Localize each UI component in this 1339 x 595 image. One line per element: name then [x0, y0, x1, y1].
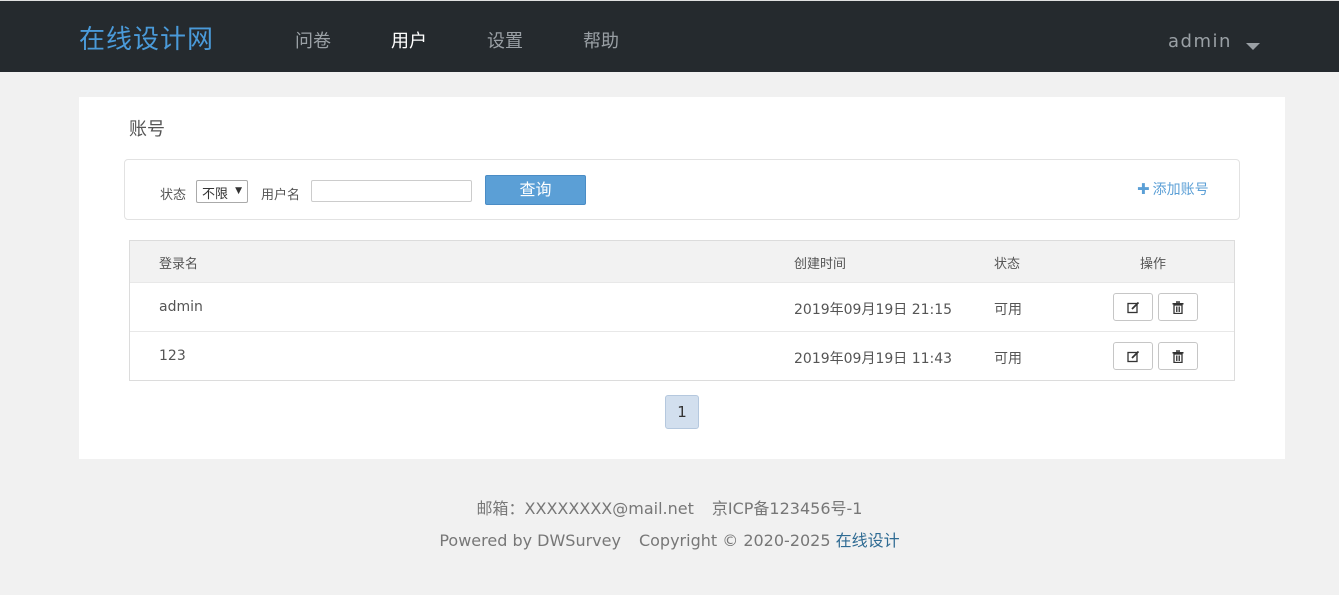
pagination-page-1[interactable]: 1: [665, 395, 699, 429]
column-header-created: 创建时间: [794, 257, 847, 272]
footer-icp[interactable]: 京ICP备123456号-1: [712, 499, 863, 518]
user-menu[interactable]: admin: [1168, 31, 1260, 52]
username-filter-label: 用户名: [261, 188, 301, 203]
row-login-name: admin: [159, 299, 203, 315]
footer-copyright-text: Copyright © 2020-2025: [638, 531, 831, 550]
table-row: 123 2019年09月19日 11:43 可用: [130, 331, 1234, 380]
table-header: 登录名 创建时间 状态 操作: [130, 241, 1234, 282]
plus-icon: ✚: [1137, 180, 1150, 198]
row-actions: [1113, 342, 1203, 370]
chevron-down-icon: [1245, 43, 1260, 50]
filter-bar: 状态 不限 ▼ 用户名 查询 ✚ 添加账号: [124, 159, 1240, 220]
brand-logo[interactable]: 在线设计网: [79, 19, 214, 56]
footer-site-link[interactable]: 在线设计: [836, 531, 900, 550]
delete-button[interactable]: [1158, 342, 1198, 370]
row-login-name: 123: [159, 348, 186, 364]
page-title: 账号: [129, 119, 165, 140]
footer-contact: 邮箱：XXXXXXXX@mail.net 京ICP备123456号-1: [0, 495, 1339, 519]
main-nav: 问卷 用户 设置 帮助: [295, 27, 679, 53]
nav-item-survey[interactable]: 问卷: [295, 27, 331, 53]
top-navbar: 在线设计网 问卷 用户 设置 帮助 admin: [0, 0, 1339, 72]
edit-icon: [1126, 350, 1139, 362]
account-table: 登录名 创建时间 状态 操作 admin 2019年09月19日 21:15 可…: [129, 240, 1235, 381]
footer-copyright: Powered by DWSurvey Copyright © 2020-2025…: [0, 527, 1339, 551]
row-created-time: 2019年09月19日 21:15: [794, 302, 953, 318]
row-status: 可用: [994, 351, 1022, 367]
status-select[interactable]: 不限 ▼: [196, 180, 248, 203]
add-account-button[interactable]: ✚ 添加账号: [1137, 179, 1209, 199]
row-status: 可用: [994, 302, 1022, 318]
nav-item-users[interactable]: 用户: [391, 27, 427, 53]
query-button[interactable]: 查询: [485, 175, 586, 205]
trash-icon: [1172, 349, 1184, 363]
edit-icon: [1126, 301, 1139, 313]
username-input[interactable]: [311, 180, 472, 202]
row-created-time: 2019年09月19日 11:43: [794, 351, 953, 367]
nav-item-settings[interactable]: 设置: [487, 27, 523, 53]
column-header-status: 状态: [994, 257, 1021, 272]
table-row: admin 2019年09月19日 21:15 可用: [130, 282, 1234, 331]
status-select-value: 不限: [202, 187, 229, 202]
status-filter-label: 状态: [160, 188, 187, 203]
row-actions: [1113, 293, 1203, 321]
dropdown-arrow-icon: ▼: [235, 186, 242, 196]
nav-item-help[interactable]: 帮助: [583, 27, 619, 53]
edit-button[interactable]: [1113, 342, 1153, 370]
column-header-actions: 操作: [1140, 257, 1167, 272]
account-panel: 账号 状态 不限 ▼ 用户名 查询 ✚ 添加账号 登录名 创建时间 状态 操作 …: [79, 97, 1285, 459]
add-account-label: 添加账号: [1152, 182, 1209, 198]
column-header-login: 登录名: [159, 257, 199, 272]
user-name: admin: [1168, 31, 1232, 52]
trash-icon: [1172, 300, 1184, 314]
footer-email: 邮箱：XXXXXXXX@mail.net: [476, 499, 694, 518]
footer-powered[interactable]: Powered by DWSurvey: [439, 531, 621, 550]
delete-button[interactable]: [1158, 293, 1198, 321]
edit-button[interactable]: [1113, 293, 1153, 321]
